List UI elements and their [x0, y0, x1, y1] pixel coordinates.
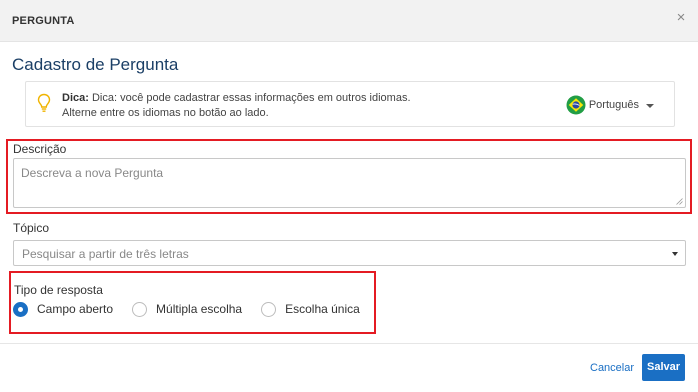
language-selector[interactable]: Português — [566, 95, 654, 115]
language-label: Português — [588, 99, 639, 111]
descricao-label: Descrição — [13, 142, 67, 156]
radio-escolha-unica[interactable]: Escolha única — [261, 301, 360, 317]
radio-label: Múltipla escolha — [156, 302, 243, 316]
topico-select[interactable]: Pesquisar a partir de três letras — [13, 240, 686, 266]
descricao-placeholder: Descreva a nova Pergunta — [21, 166, 164, 180]
resize-handle-icon[interactable] — [676, 198, 683, 205]
chevron-down-icon — [672, 252, 678, 256]
radio-button-checked[interactable] — [13, 301, 28, 317]
radio-campo-aberto[interactable]: Campo aberto — [13, 301, 114, 317]
save-button[interactable]: Salvar — [642, 354, 685, 381]
cancel-button[interactable]: Cancelar — [590, 362, 634, 374]
topico-label: Tópico — [13, 221, 50, 235]
radio-label: Escolha única — [285, 302, 360, 316]
footer-divider — [0, 343, 698, 344]
modal-header: PERGUNTA × — [0, 0, 698, 42]
tip-line-2: Alterne entre os idiomas no botão ao lad… — [62, 107, 269, 119]
topico-placeholder: Pesquisar a partir de três letras — [22, 247, 189, 261]
radio-label: Campo aberto — [37, 302, 114, 316]
radio-multipla-escolha[interactable]: Múltipla escolha — [132, 301, 243, 317]
tip-text: Dica: Dica: você pode cadastrar essas in… — [62, 91, 411, 121]
lightbulb-icon — [37, 93, 51, 112]
radio-button[interactable] — [261, 301, 277, 317]
tip-box: Dica: Dica: você pode cadastrar essas in… — [25, 81, 675, 127]
chevron-down-icon — [646, 103, 654, 108]
radio-button[interactable] — [132, 301, 148, 317]
modal-title: PERGUNTA — [12, 15, 75, 27]
page-title: Cadastro de Pergunta — [12, 55, 179, 74]
tip-line-1: Dica: você pode cadastrar essas informaç… — [88, 92, 411, 104]
tip-label: Dica: — [62, 92, 89, 104]
brazil-flag-icon — [566, 95, 586, 115]
descricao-textarea[interactable]: Descreva a nova Pergunta — [13, 158, 686, 208]
tipo-resposta-radio-group: Campo aberto Múltipla escolha Escolha ún… — [13, 300, 379, 318]
close-icon[interactable]: × — [674, 10, 688, 25]
tipo-resposta-label: Tipo de resposta — [14, 283, 103, 297]
